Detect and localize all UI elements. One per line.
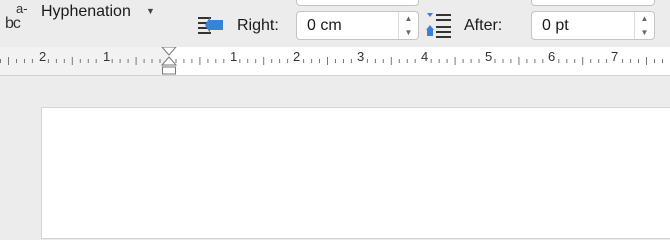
indent-right-icon	[198, 17, 223, 34]
ruler-label: 2	[293, 49, 301, 64]
spacing-after-label: After:	[464, 17, 503, 34]
indent-right-label: Right:	[237, 17, 279, 34]
paragraph-spacing-icon	[426, 13, 451, 38]
ruler-label: 7	[611, 49, 619, 64]
spacing-before-field-partial[interactable]	[531, 0, 655, 6]
indent-right-value[interactable]: 0 cm	[307, 17, 342, 35]
stepper-up-icon[interactable]: ▲	[399, 12, 418, 25]
ruler-label: 2	[39, 49, 47, 64]
hyphenation-label[interactable]: Hyphenation	[41, 3, 131, 21]
stepper-up-icon[interactable]: ▲	[635, 12, 654, 25]
indent-left-field-partial[interactable]	[296, 0, 419, 6]
ruler-ticks	[0, 57, 663, 65]
stepper-down-icon[interactable]: ▼	[635, 26, 654, 39]
stepper-down-icon[interactable]: ▼	[399, 26, 418, 39]
hyphenation-icon[interactable]: a-bc	[4, 1, 34, 37]
ruler-label: 5	[485, 49, 493, 64]
ruler-label: 1	[103, 49, 111, 64]
spacing-after-field[interactable]: 0 pt ▲ ▼	[531, 11, 655, 40]
document-page[interactable]	[41, 107, 670, 239]
ruler-label: 6	[548, 49, 556, 64]
ruler-label: 4	[421, 49, 429, 64]
indent-right-stepper[interactable]: ▲ ▼	[398, 12, 418, 39]
indent-marker-icon[interactable]	[160, 47, 178, 77]
document-canvas	[0, 76, 670, 239]
ruler-label: 1	[230, 49, 238, 64]
ruler-label: 3	[357, 49, 365, 64]
horizontal-ruler[interactable]: 2 1 1 2 3 4 5 6 7	[0, 47, 670, 76]
paragraph-toolbar: a-bc Hyphenation ▼ Right: 0 cm ▲ ▼ After…	[0, 0, 670, 48]
spacing-after-value[interactable]: 0 pt	[542, 17, 569, 35]
chevron-down-icon[interactable]: ▼	[146, 6, 155, 16]
spacing-after-stepper[interactable]: ▲ ▼	[634, 12, 654, 39]
indent-right-field[interactable]: 0 cm ▲ ▼	[296, 11, 419, 40]
